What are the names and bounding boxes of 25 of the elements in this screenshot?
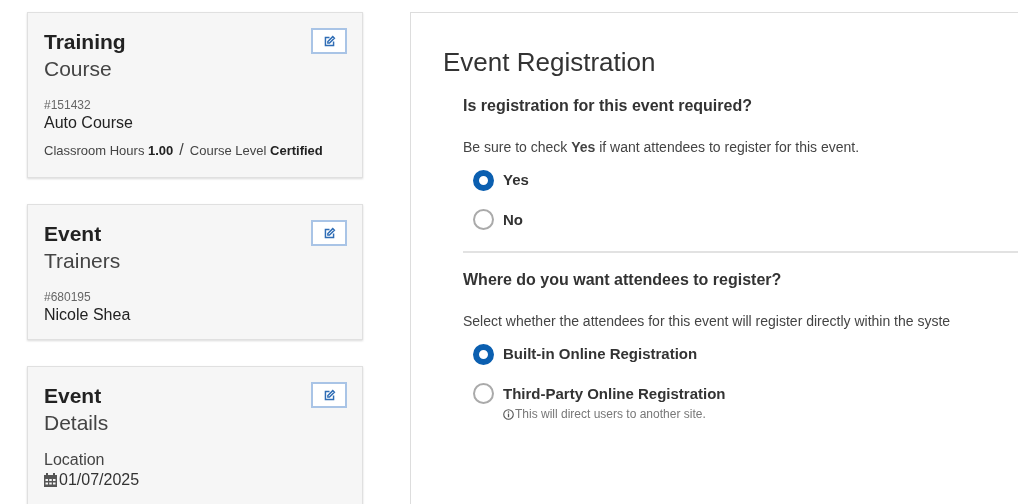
card-subtitle: Course [44, 56, 113, 82]
option-label: Third-Party Online Registration [503, 383, 726, 404]
option-label: Yes [503, 170, 529, 190]
option-label: No [503, 209, 523, 230]
card-title: Event [44, 383, 103, 409]
event-date: 01/07/2025 [59, 470, 140, 490]
location-label: Location [44, 450, 106, 470]
card-title: Training [44, 29, 126, 55]
question-text: Is registration for this event required? [463, 96, 753, 116]
meta-text: Course Level Certified [189, 142, 323, 160]
meta-text: Classroom Hours 1.00 [44, 142, 174, 160]
record-number: #680195 [44, 290, 92, 305]
card-title: Event [44, 221, 103, 247]
record-number: #151432 [44, 98, 92, 113]
panel-title: Event Registration [443, 47, 657, 77]
record-name: Auto Course [44, 113, 134, 132]
question-text: Where do you want attendees to register? [463, 270, 783, 290]
card-subtitle: Trainers [44, 248, 121, 274]
record-name: Nicole Shea [44, 305, 132, 324]
description-text: Select whether the attendees for this event will register directly within the syste [463, 312, 952, 331]
card-subtitle: Details [44, 410, 109, 436]
separator-text: / [179, 140, 184, 160]
option-label: Built-in Online Registration [503, 344, 698, 364]
description-text: Be sure to check Yes if want attendees to register for this event. [463, 138, 861, 157]
hint-text: This will direct users to another site. [515, 406, 706, 423]
